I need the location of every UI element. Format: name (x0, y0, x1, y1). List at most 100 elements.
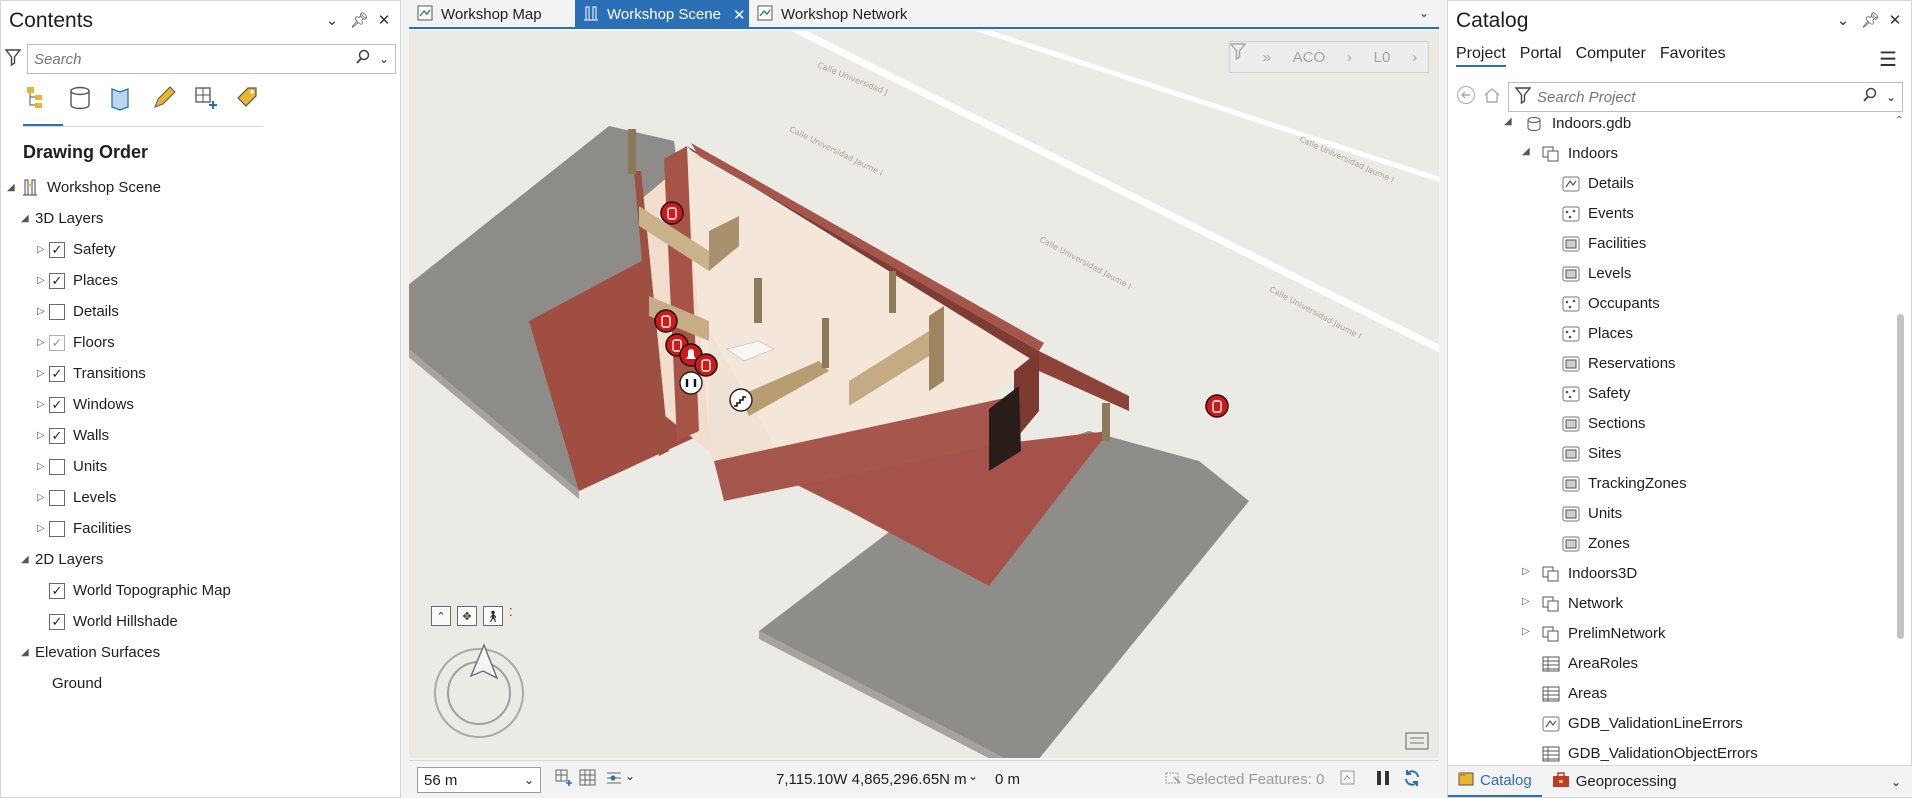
filter-aco-label[interactable]: ACO (1293, 49, 1326, 66)
layer-transitions[interactable]: ▷ Transitions (1, 358, 401, 389)
chevron-down-icon[interactable]: ⌄ (1886, 90, 1896, 104)
layer-checkbox[interactable] (49, 241, 65, 258)
layer-checkbox[interactable] (49, 520, 65, 537)
catalog-item-areas[interactable]: Areas (1448, 679, 1888, 709)
walk-icon[interactable]: 🚶︎ (483, 606, 503, 626)
safety-marker[interactable] (694, 353, 718, 377)
safety-marker[interactable] (1205, 394, 1229, 418)
tab-favorites[interactable]: Favorites (1660, 45, 1726, 67)
catalog-search-input[interactable] (1537, 88, 1862, 106)
tab-workshop-map[interactable]: Workshop Map (409, 0, 575, 29)
tree-group-2d-layers[interactable]: ◢ 2D Layers (1, 544, 401, 575)
catalog-item-facilities[interactable]: Facilities (1448, 229, 1888, 259)
catalog-item-gdb-validationlineerrors[interactable]: GDB_ValidationLineErrors (1448, 709, 1888, 739)
expand-triangle-icon[interactable]: ▷ (37, 399, 45, 410)
chevron-down-icon[interactable]: ⌄ (625, 769, 635, 783)
snapping-icon[interactable] (605, 769, 623, 791)
chevron-up-icon[interactable]: ⌃ (1895, 115, 1903, 126)
tab-workshop-scene[interactable]: Workshop Scene ✕ (575, 0, 749, 29)
pin-icon[interactable]: 📌︎ (1861, 11, 1880, 29)
tab-geoprocessing[interactable]: Geoprocessing (1542, 766, 1687, 797)
catalog-item-indoors[interactable]: ◢ Indoors (1448, 139, 1888, 169)
menu-icon[interactable]: ☰ (1879, 47, 1897, 72)
legend-icon[interactable] (1405, 732, 1429, 750)
expand-triangle-icon[interactable]: ▷ (1522, 596, 1530, 607)
catalog-item-places[interactable]: Places (1448, 319, 1888, 349)
tab-catalog[interactable]: Catalog (1448, 766, 1542, 797)
layer-checkbox[interactable] (49, 489, 65, 506)
list-by-editing-icon[interactable] (149, 83, 179, 113)
catalog-item-arearoles[interactable]: AreaRoles (1448, 649, 1888, 679)
catalog-scrollbar[interactable]: ⌃ ⌄ (1895, 115, 1905, 773)
filter-icon[interactable] (1514, 86, 1532, 108)
catalog-item-zones[interactable]: Zones (1448, 529, 1888, 559)
layer-world-hillshade[interactable]: World Hillshade (1, 606, 401, 637)
catalog-item-trackingzones[interactable]: TrackingZones (1448, 469, 1888, 499)
filter-icon[interactable] (4, 48, 22, 70)
layer-details[interactable]: ▷ Details (1, 296, 401, 327)
filter-level-label[interactable]: L0 (1374, 49, 1391, 66)
grid-icon[interactable] (579, 769, 597, 791)
layer-levels[interactable]: ▷ Levels (1, 482, 401, 513)
expand-triangle-icon[interactable]: ▷ (37, 368, 45, 379)
close-icon[interactable]: ✕ (733, 6, 746, 24)
close-icon[interactable]: ✕ (376, 11, 392, 29)
layer-checkbox[interactable] (49, 613, 65, 630)
chevron-down-icon[interactable]: ⌄ (324, 11, 340, 29)
stairs-marker[interactable] (729, 388, 753, 412)
layer-world-topographic-map[interactable]: World Topographic Map (1, 575, 401, 606)
catalog-item-network[interactable]: ▷ Network (1448, 589, 1888, 619)
collapse-triangle-icon[interactable]: ◢ (21, 213, 29, 224)
collapse-triangle-icon[interactable]: ◢ (1504, 116, 1512, 127)
catalog-item-indoors-gdb[interactable]: ◢ Indoors.gdb (1448, 109, 1888, 139)
layer-units[interactable]: ▷ Units (1, 451, 401, 482)
scene-view[interactable]: Calle Universidad J Calle Universidad Ja… (409, 31, 1439, 758)
expand-triangle-icon[interactable]: ▷ (37, 523, 45, 534)
layer-checkbox[interactable] (49, 582, 65, 599)
tab-computer[interactable]: Computer (1576, 45, 1646, 67)
chevron-up-icon[interactable]: ⌃ (431, 606, 451, 626)
tree-group-3d-layers[interactable]: ◢ 3D Layers (1, 203, 401, 234)
close-icon[interactable]: ✕ (1887, 11, 1903, 29)
layer-windows[interactable]: ▷ Windows (1, 389, 401, 420)
pan-icon[interactable]: ✥ (457, 606, 477, 626)
chevron-down-icon[interactable]: ⌄ (1835, 11, 1851, 29)
tree-group-elevation-surfaces[interactable]: ◢ Elevation Surfaces (1, 637, 401, 668)
layer-walls[interactable]: ▷ Walls (1, 420, 401, 451)
list-by-snapping-icon[interactable] (191, 83, 221, 113)
tree-item-workshop-scene[interactable]: ◢ Workshop Scene (1, 172, 401, 203)
expand-triangle-icon[interactable]: ▷ (1522, 626, 1530, 637)
layer-checkbox[interactable] (49, 396, 65, 413)
list-by-source-icon[interactable] (65, 83, 95, 113)
layer-checkbox[interactable] (49, 427, 65, 444)
safety-marker[interactable] (654, 309, 678, 333)
scale-select[interactable]: 56 m ⌄ (417, 767, 541, 793)
catalog-item-events[interactable]: Events (1448, 199, 1888, 229)
restroom-marker[interactable] (679, 371, 703, 395)
catalog-item-occupants[interactable]: Occupants (1448, 289, 1888, 319)
chevron-down-icon[interactable]: ⌄ (379, 52, 389, 66)
add-grid-icon[interactable] (555, 769, 573, 791)
catalog-item-safety[interactable]: Safety (1448, 379, 1888, 409)
catalog-item-levels[interactable]: Levels (1448, 259, 1888, 289)
layer-ground[interactable]: Ground (1, 668, 401, 699)
more-dots-icon[interactable]: ⁚ (509, 606, 513, 626)
layer-checkbox[interactable] (49, 365, 65, 382)
collapse-triangle-icon[interactable]: ◢ (21, 647, 29, 658)
chevron-down-icon[interactable]: ⌄ (968, 769, 978, 783)
pause-icon[interactable] (1375, 769, 1391, 791)
layer-facilities[interactable]: ▷ Facilities (1, 513, 401, 544)
expand-triangle-icon[interactable]: ▷ (37, 244, 45, 255)
catalog-item-prelimnetwork[interactable]: ▷ PrelimNetwork (1448, 619, 1888, 649)
expand-triangle-icon[interactable]: ▷ (37, 461, 45, 472)
collapse-triangle-icon[interactable]: ◢ (21, 554, 29, 565)
expand-triangle-icon[interactable]: ▷ (37, 492, 45, 503)
scrollbar-thumb[interactable] (1897, 314, 1904, 639)
home-icon[interactable] (1482, 85, 1502, 109)
chevron-down-icon[interactable]: ⌄ (1891, 775, 1901, 789)
pin-icon[interactable]: 📌︎ (350, 11, 369, 29)
safety-marker[interactable] (660, 201, 684, 225)
layer-safety[interactable]: ▷ Safety (1, 234, 401, 265)
back-icon[interactable] (1456, 85, 1476, 109)
tab-portal[interactable]: Portal (1520, 45, 1562, 67)
